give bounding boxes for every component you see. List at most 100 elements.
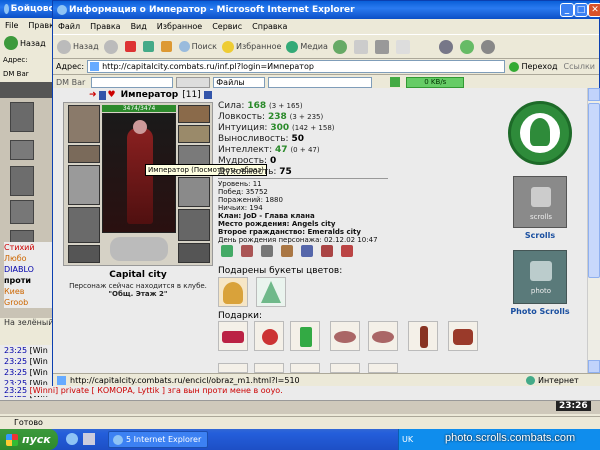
scroll-up-button[interactable] [588, 88, 600, 101]
zone-icon [526, 375, 535, 385]
edit-button[interactable] [395, 39, 412, 54]
quicklaunch-desktop-icon[interactable] [83, 433, 95, 445]
badge-icon[interactable] [221, 245, 233, 257]
armor-slot[interactable] [68, 207, 100, 243]
address-input[interactable]: http://capitalcity.combats.ru/inf.pl?log… [87, 60, 506, 73]
menu-edit[interactable]: Правка [85, 22, 125, 31]
info-clan[interactable]: Клан: JoD - Глава клана [218, 212, 378, 220]
helmet-slot[interactable] [68, 105, 100, 143]
bg-status-text: Готово [14, 418, 43, 427]
files-dropdown[interactable]: Файлы [213, 76, 266, 88]
start-button[interactable]: пуск [0, 429, 58, 450]
gift-item[interactable] [218, 321, 248, 351]
gift-item[interactable] [368, 321, 398, 351]
badges-row [221, 245, 361, 257]
ie-title-text: Информация о Император - Microsoft Inter… [69, 5, 355, 15]
search-button[interactable]: Поиск [178, 41, 217, 52]
chat-link-4[interactable]: проти [4, 275, 56, 286]
gift-item[interactable] [290, 321, 320, 351]
menu-favorites[interactable]: Избранное [152, 22, 207, 31]
menu-view[interactable]: Вид [126, 22, 152, 31]
media-button[interactable]: Медиа [286, 40, 328, 53]
ie-menubar: Файл Правка Вид Избранное Сервис Справка [53, 19, 599, 34]
badge-icon[interactable] [341, 245, 353, 257]
gift-tree-green[interactable] [256, 277, 286, 307]
badge-icon[interactable] [281, 245, 293, 257]
info-icon[interactable] [203, 91, 212, 99]
ring-slot[interactable] [178, 125, 210, 143]
gift-item[interactable] [254, 321, 284, 351]
earrings-slot[interactable] [68, 145, 100, 163]
minimize-button[interactable]: _ [560, 3, 574, 17]
scroll-down-button[interactable] [588, 360, 600, 373]
weapon-slot[interactable] [68, 165, 100, 205]
print-button[interactable] [374, 39, 391, 54]
info-wins: Побед: 35752 [218, 188, 268, 196]
gift-item[interactable] [448, 321, 478, 351]
forward-button[interactable] [103, 39, 120, 54]
maximize-button[interactable]: □ [574, 3, 588, 17]
task-internet-explorer[interactable]: 5 Internet Explorer [108, 431, 208, 448]
gift-item[interactable] [254, 363, 284, 373]
gift-tree-gold[interactable] [218, 277, 248, 307]
photo-scrolls-banner[interactable]: photo [513, 250, 567, 304]
scroll-fist-icon [531, 187, 551, 207]
scroll-thumb[interactable] [588, 103, 600, 278]
home-button[interactable] [160, 41, 174, 52]
scrolls-link[interactable]: Scrolls [512, 231, 568, 240]
chat-link-3[interactable]: DIABLO [4, 264, 56, 275]
chat-link-6[interactable]: Groob [4, 297, 56, 308]
boots-slot[interactable] [178, 243, 210, 263]
gloves-slot[interactable] [178, 105, 210, 123]
language-indicator[interactable]: UK [402, 435, 413, 444]
gift-item[interactable] [330, 363, 360, 373]
gift-item[interactable] [330, 321, 360, 351]
vertical-scrollbar[interactable] [587, 88, 600, 373]
badge-icon[interactable] [301, 245, 313, 257]
tool-button-2[interactable] [459, 39, 476, 54]
dmbar-download-icon[interactable] [390, 77, 401, 87]
favorites-button[interactable]: Избранное [221, 40, 281, 53]
badge-icon[interactable] [321, 245, 333, 257]
refresh-icon [142, 41, 154, 52]
clan-emblem[interactable] [508, 101, 572, 165]
back-button[interactable]: Назад [57, 39, 99, 54]
history-button[interactable] [332, 39, 349, 54]
divider [218, 178, 388, 179]
gift-item[interactable] [408, 321, 438, 351]
quicklaunch-ie-icon[interactable] [66, 433, 78, 445]
chat-link-1[interactable]: Стихий [4, 242, 56, 253]
chat-link-5[interactable]: Киев [4, 286, 56, 297]
gift-item[interactable] [218, 363, 248, 373]
clan-figure-icon [530, 118, 550, 146]
bg-back-button[interactable]: Назад [4, 36, 46, 50]
photo-scrolls-link[interactable]: Photo Scrolls [505, 307, 575, 316]
mail-button[interactable] [353, 39, 370, 54]
scrolls-banner[interactable]: scrolls [513, 176, 567, 228]
puzzle-icon [459, 39, 474, 54]
links-button[interactable]: Ссылки [564, 62, 595, 71]
stop-button[interactable] [124, 41, 138, 52]
badge-icon[interactable] [261, 245, 273, 257]
legs-slot[interactable] [178, 209, 210, 241]
menu-help[interactable]: Справка [247, 22, 292, 31]
gift-item[interactable] [290, 363, 320, 373]
info-birthday: День рождения персонажа: 02.12.02 10:47 [218, 236, 378, 244]
chat-link-2[interactable]: Любо [4, 253, 56, 264]
stat-row: Выносливость: 50 [218, 134, 304, 144]
refresh-button[interactable] [142, 41, 156, 52]
close-button[interactable]: ✕ [588, 3, 600, 17]
bg-menu-file[interactable]: File [0, 21, 23, 30]
dmbar-input[interactable] [91, 76, 174, 88]
dmbar-dropdown[interactable] [268, 76, 373, 88]
tool-button-3[interactable] [480, 39, 497, 54]
messenger-button[interactable] [438, 39, 455, 54]
dmbar-button[interactable] [176, 76, 211, 88]
menu-file[interactable]: Файл [53, 22, 85, 31]
gift-item[interactable] [368, 363, 398, 373]
offhand-slot[interactable] [178, 177, 210, 207]
go-button[interactable]: Переход [509, 61, 558, 72]
menu-tools[interactable]: Сервис [207, 22, 247, 31]
belt-slot[interactable] [68, 245, 100, 263]
badge-icon[interactable] [241, 245, 253, 257]
